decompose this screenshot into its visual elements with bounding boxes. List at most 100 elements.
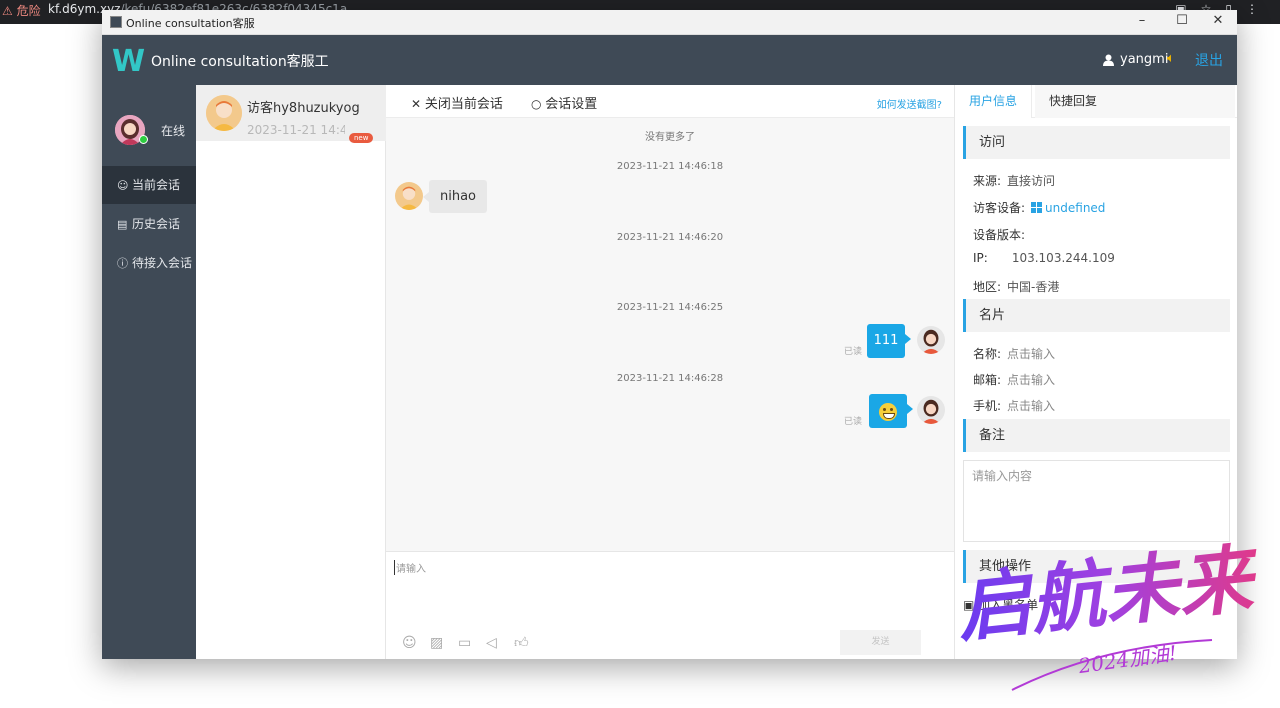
title-bar: Online consultation客服 – ☐ ✕ [102,10,1237,35]
speaker-icon[interactable]: 🔈︎ [1167,51,1175,66]
region-label: 地区: [973,280,1002,294]
session-settings-button[interactable]: ○ 会话设置 [531,93,597,112]
brand-title: Online consultation客服工 [151,54,329,70]
agent-message-avatar [917,326,945,354]
composer-tools: ☺ ▨ ▭ ◁ 👍︎ [402,634,542,651]
session-settings-label: 会话设置 [545,97,598,112]
screenshot-help-link[interactable]: 如何发送截图? [877,96,942,111]
window-title: Online consultation客服 [126,17,255,30]
blacklist-icon: ▣ [963,598,979,612]
close-icon: ✕ [411,97,425,111]
source-value: 直接访问 [1007,174,1056,188]
menu-icon[interactable]: ⋮ [1246,2,1272,16]
message-timestamp: 2023-11-21 14:46:20 [616,232,724,243]
visitor-message-avatar [395,182,423,210]
name-label: 名称: [973,347,1002,361]
read-receipt: 已读 [844,417,863,427]
app-icon [110,16,122,28]
message-composer: 请输入 ☺ ▨ ▭ ◁ 👍︎ 发送 [386,551,954,659]
visitor-time: 2023-11-21 14:46 [247,123,345,137]
tab-quick-reply[interactable]: 快捷回复 [1035,85,1235,118]
note-textarea[interactable]: 请输入内容 [963,460,1230,542]
minimize-button[interactable]: – [1124,13,1160,28]
logout-link[interactable]: 退出 [1195,50,1223,70]
online-indicator [139,135,148,144]
no-more-text: 没有更多了 [645,132,695,143]
close-session-label: 关闭当前会话 [424,97,503,112]
folder-icon[interactable]: ▭ [458,635,486,651]
image-icon[interactable]: ▨ [430,635,458,651]
message-input[interactable]: 请输入 [394,560,426,575]
document-icon: ▤ [117,218,128,231]
sidebar: 在线 ☺ 当前会话 ▤ 历史会话 ⓘ 待接入会话 [102,85,196,659]
info-panel: 用户信息 快捷回复 访问 来源: 直接访问 访客设备: undefined 设备版本… [954,85,1237,659]
emoji-icon[interactable]: ☺ [402,635,430,651]
chat-panel: ✕ 关闭当前会话 ○ 会话设置 如何发送截图? 没有更多了 2023-11-21… [386,85,954,659]
message-timestamp: 2023-11-21 14:46:28 [616,373,724,384]
region-row: 地区: 中国-香港 [973,278,1059,295]
info-tabs: 用户信息 快捷回复 [955,85,1237,118]
email-row: 邮箱: 点击输入 [973,371,1055,388]
nav-label: 待接入会话 [132,256,193,270]
logo: W [112,44,145,79]
outgoing-emoji-message [869,394,913,428]
source-label: 来源: [973,174,1002,188]
tab-user-info[interactable]: 用户信息 [955,85,1033,118]
email-label: 邮箱: [973,373,1002,387]
message-list: 没有更多了 2023-11-21 14:46:18 nihao 2023-11-… [386,118,954,551]
online-status[interactable]: 在线 [161,122,185,139]
new-badge: new [349,133,374,143]
app-window: Online consultation客服 – ☐ ✕ W Online con… [102,10,1237,659]
phone-input[interactable]: 点击输入 [1007,399,1055,413]
close-button[interactable]: ✕ [1200,13,1236,28]
visitor-item[interactable]: 访客hy8huzukyog 2023-11-21 14:46 new [196,85,386,143]
version-label: 设备版本: [973,228,1026,242]
app-header: W Online consultation客服工 yangmi 🔈︎ 退出 [102,35,1237,85]
nav-current-sessions[interactable]: ☺ 当前会话 [102,166,196,204]
ip-row: IP: 103.103.244.109 [973,251,1115,265]
nav-label: 历史会话 [132,217,181,231]
maximize-button[interactable]: ☐ [1164,13,1200,28]
agent-message-avatar [917,396,945,424]
phone-label: 手机: [973,399,1002,413]
nav-label: 当前会话 [132,178,181,192]
device-label: 访客设备: [973,201,1026,215]
send-button[interactable]: 发送 [840,630,921,655]
grin-emoji-icon [879,403,897,421]
message-timestamp: 2023-11-21 14:46:18 [616,161,724,172]
version-row: 设备版本: [973,226,1025,243]
ip-label: IP: [973,251,988,265]
nav-history-sessions[interactable]: ▤ 历史会话 [102,205,196,243]
blacklist-label: 加入黑名单 [978,598,1039,612]
visitor-avatar [206,95,242,131]
message-timestamp: 2023-11-21 14:46:25 [616,302,724,313]
section-note: 备注 [963,419,1230,452]
section-visit: 访问 [963,126,1230,159]
device-text: undefined [1045,201,1106,215]
phone-row: 手机: 点击输入 [973,397,1055,414]
device-value: undefined [1031,201,1105,215]
thumbs-up-icon[interactable]: 👍︎ [514,634,542,651]
name-input[interactable]: 点击输入 [1007,347,1055,361]
close-session-button[interactable]: ✕ 关闭当前会话 [411,93,503,112]
security-warning[interactable]: ⚠ 危险 [2,2,41,19]
region-value: 中国-香港 [1007,280,1060,294]
username[interactable]: yangmi [1120,52,1168,67]
email-input[interactable]: 点击输入 [1007,373,1055,387]
chat-toolbar: ✕ 关闭当前会话 ○ 会话设置 如何发送截图? [386,85,954,118]
read-receipt: 已读 [844,347,863,357]
section-card: 名片 [963,299,1230,332]
section-other: 其他操作 [963,550,1230,583]
blacklist-button[interactable]: ▣ 加入黑名单 [963,596,1038,613]
user-icon [1103,54,1114,66]
source-row: 来源: 直接访问 [973,172,1055,189]
sound-icon[interactable]: ◁ [486,635,514,651]
visitor-name: 访客hy8huzukyog [247,101,360,116]
nav-pending-sessions[interactable]: ⓘ 待接入会话 [102,244,196,282]
incoming-message: nihao [422,180,488,213]
info-icon: ⓘ [117,257,128,270]
visitor-list: 访客hy8huzukyog 2023-11-21 14:46 new [196,85,386,659]
outgoing-message: 111 [867,324,911,358]
circle-icon: ○ [531,97,546,111]
chat-icon: ☺ [117,179,129,192]
